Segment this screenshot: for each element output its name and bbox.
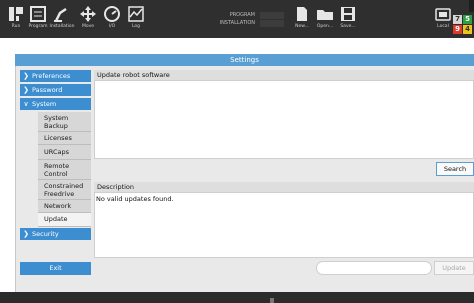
update-list[interactable]	[94, 80, 474, 159]
exit-button[interactable]: Exit	[20, 262, 91, 275]
status-indicator-grid: 7 5 9 4	[453, 15, 473, 35]
installation-tab-label: Installation	[49, 24, 75, 29]
installation-tab[interactable]: Installation	[48, 4, 76, 36]
update-button[interactable]: Update	[434, 261, 474, 275]
status-cell: 4	[463, 25, 472, 34]
save-disk-icon	[341, 7, 355, 21]
chevron-right-icon: ❯	[23, 86, 29, 94]
io-gauge-icon	[104, 6, 120, 22]
sidebar-item-label: System	[32, 100, 57, 108]
local-control-button[interactable]: Local	[431, 4, 455, 36]
update-section-header: Update robot software	[94, 70, 474, 80]
sidebar-subitem-urcaps[interactable]: URCaps	[38, 145, 91, 160]
save-button[interactable]: Save...	[334, 4, 362, 36]
chevron-down-icon: ∨	[23, 100, 29, 108]
sidebar-item-preferences[interactable]: ❯ Preferences	[20, 70, 91, 82]
sidebar-subitem-constrained-freedrive[interactable]: Constrained Freedrive	[38, 180, 91, 200]
footer-marker	[270, 298, 274, 303]
installation-label: INSTALLATION	[219, 20, 255, 26]
description-text: No valid updates found.	[96, 195, 174, 203]
sidebar-item-security[interactable]: ❯ Security	[20, 228, 91, 240]
program-label: PROGRAM	[229, 12, 255, 18]
log-graph-icon	[128, 6, 144, 22]
sidebar-subitem-update[interactable]: Update	[38, 213, 91, 227]
folder-icon	[317, 10, 333, 20]
footer-bar	[0, 292, 474, 303]
chevron-right-icon: ❯	[23, 230, 29, 238]
save-button-label: Save...	[340, 24, 356, 29]
ur-logo-icon	[9, 7, 23, 21]
sidebar-item-label: Password	[32, 86, 63, 94]
move-arrows-icon	[80, 6, 96, 22]
search-button[interactable]: Search	[436, 162, 474, 176]
description-header: Description	[94, 182, 474, 192]
status-cell: 9	[453, 25, 462, 34]
new-file-icon	[297, 7, 307, 21]
chevron-right-icon: ❯	[23, 72, 29, 80]
sidebar-indent	[20, 112, 38, 227]
settings-title-bar: Settings	[15, 54, 474, 66]
sidebar-item-label: Security	[32, 230, 59, 238]
sidebar-item-system[interactable]: ∨ System	[20, 98, 91, 110]
log-tab[interactable]: Log	[122, 4, 150, 36]
status-cell: 5	[463, 15, 472, 24]
top-toolbar: Run Program Installation Move I/O Log PR…	[0, 0, 474, 38]
local-label: Local	[437, 24, 449, 29]
corner-hamburger[interactable]	[469, 0, 474, 12]
installation-name-field	[260, 20, 284, 27]
sidebar-subitem-licenses[interactable]: Licenses	[38, 132, 91, 145]
sidebar-subitem-system-backup[interactable]: System Backup	[38, 112, 91, 132]
program-name-field	[260, 12, 284, 19]
program-installation-info: PROGRAM INSTALLATION	[205, 12, 284, 34]
log-tab-label: Log	[131, 24, 141, 29]
update-file-input[interactable]	[316, 261, 432, 275]
status-cell: 7	[453, 15, 462, 24]
program-icon	[30, 6, 46, 22]
sidebar-subitem-remote-control[interactable]: Remote Control	[38, 160, 91, 180]
sidebar-item-password[interactable]: ❯ Password	[20, 84, 91, 96]
robot-arm-icon	[54, 7, 67, 22]
sidebar-item-label: Preferences	[32, 72, 71, 80]
teach-pendant-icon	[435, 8, 451, 21]
sidebar-subitem-network[interactable]: Network	[38, 200, 91, 213]
